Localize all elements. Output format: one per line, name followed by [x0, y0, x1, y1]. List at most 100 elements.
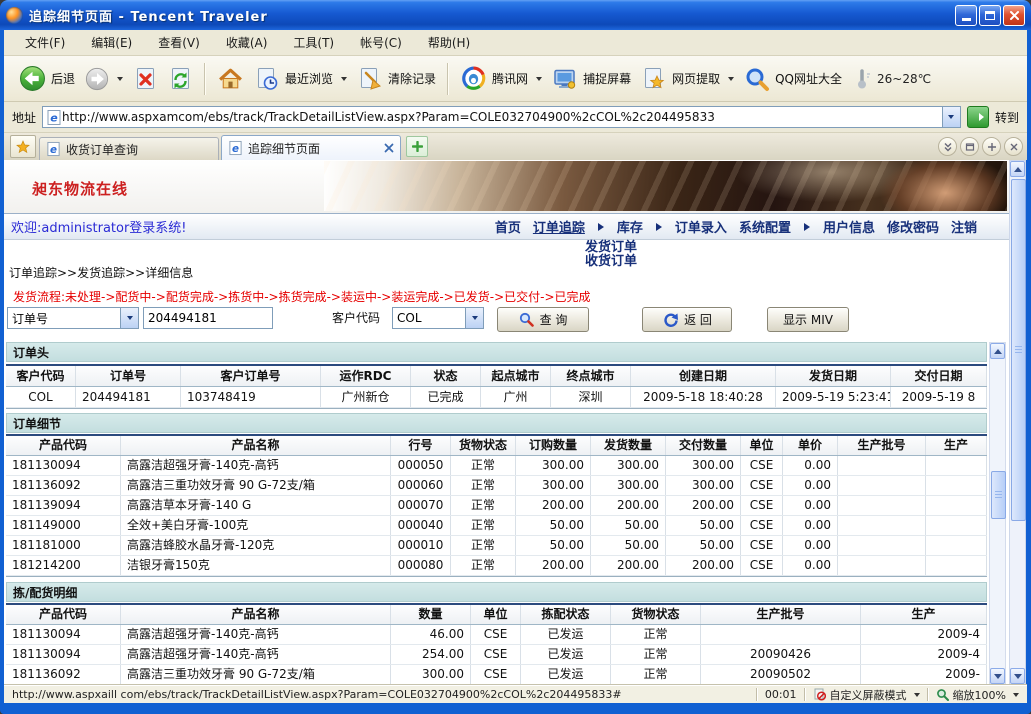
- return-label: 返 回: [684, 311, 712, 328]
- column-header: 货物状态: [451, 436, 516, 455]
- scrollbar-up-button[interactable]: [990, 343, 1005, 359]
- scrollbar-down-button[interactable]: [1010, 668, 1025, 684]
- select-dropdown-button[interactable]: [465, 308, 483, 328]
- chevron-down-icon: [914, 693, 920, 697]
- nav-submenu-item[interactable]: 收货订单: [585, 255, 637, 269]
- menu-item[interactable]: 文件(F): [12, 30, 78, 55]
- forward-button[interactable]: [80, 64, 128, 94]
- scrollbar-up-button[interactable]: [1010, 161, 1025, 177]
- table-cell: 181130094: [6, 645, 121, 664]
- query-button[interactable]: 查 询: [497, 307, 589, 332]
- new-tab-button[interactable]: [406, 136, 428, 157]
- minimize-button[interactable]: [955, 5, 977, 26]
- return-button[interactable]: 返 回: [642, 307, 732, 332]
- show-miv-label: 显示 MIV: [783, 311, 833, 328]
- tab-list-button[interactable]: [938, 137, 957, 156]
- search-field-select[interactable]: 订单号: [7, 307, 139, 329]
- recent-browsing-button[interactable]: 最近浏览: [249, 63, 352, 95]
- menu-item[interactable]: 编辑(E): [78, 30, 145, 55]
- tab-receive-order-query[interactable]: e 收货订单查询: [39, 137, 219, 160]
- order-number-input[interactable]: [143, 307, 273, 329]
- tencent-site-button[interactable]: 腾讯网: [455, 62, 547, 95]
- table-cell: 181130094: [6, 625, 121, 644]
- qq-nav-icon: [744, 66, 770, 92]
- table-cell: 000050: [391, 456, 451, 475]
- restore-window-button[interactable]: [960, 137, 979, 156]
- clear-history-button[interactable]: 清除记录: [352, 63, 441, 95]
- inner-scrollbar[interactable]: [989, 342, 1006, 685]
- table-cell: 50.00: [666, 536, 741, 555]
- page-scrollbar[interactable]: [1009, 160, 1026, 685]
- address-dropdown-button[interactable]: [942, 107, 960, 127]
- customer-code-select[interactable]: COL: [392, 307, 484, 329]
- scrollbar-down-button[interactable]: [990, 668, 1005, 684]
- pin-tab-button[interactable]: [982, 137, 1001, 156]
- table-cell: 20090426: [701, 645, 861, 664]
- back-button[interactable]: 后退: [14, 62, 80, 95]
- block-mode-control[interactable]: 自定义屏蔽模式: [813, 687, 920, 703]
- go-button[interactable]: [967, 106, 989, 128]
- table-row: 181181000高露洁蜂胶水晶牙膏-120克000010正常50.0050.0…: [6, 536, 987, 556]
- menu-item[interactable]: 帐号(C): [347, 30, 415, 55]
- page-extract-button[interactable]: 网页提取: [636, 63, 739, 95]
- go-label: 转到: [995, 109, 1019, 126]
- table-cell: 300.00: [391, 665, 471, 684]
- tab-page-icon: e: [228, 140, 243, 156]
- table-cell: 正常: [451, 476, 516, 495]
- menu-item[interactable]: 帮助(H): [415, 30, 483, 55]
- clear-history-label: 清除记录: [388, 70, 436, 87]
- table-cell: 000060: [391, 476, 451, 495]
- table-cell: 50.00: [516, 516, 591, 535]
- show-miv-button[interactable]: 显示 MIV: [767, 307, 849, 332]
- table-cell: 200.00: [516, 496, 591, 515]
- qq-nav-button[interactable]: QQ网址大全: [739, 63, 847, 95]
- column-header: 客户代码: [6, 366, 76, 386]
- table-cell: 2009-5-19 5:23:41: [776, 387, 891, 407]
- page-extract-label: 网页提取: [672, 70, 720, 87]
- nav-submenu-item[interactable]: 发货订单: [585, 241, 637, 255]
- search-field-value: 订单号: [8, 310, 120, 327]
- nav-item[interactable]: 注销: [951, 217, 977, 236]
- tab-track-detail[interactable]: e 追踪细节页面: [221, 135, 401, 160]
- table-cell: 20090502: [701, 665, 861, 684]
- stop-button[interactable]: [128, 63, 163, 94]
- column-header: 货物状态: [611, 605, 701, 624]
- table-row: 181214200洁银牙膏150克000080正常200.00200.00200…: [6, 556, 987, 576]
- scrollbar-thumb[interactable]: [1011, 179, 1026, 521]
- table-cell: 正常: [451, 536, 516, 555]
- maximize-button[interactable]: [979, 5, 1001, 26]
- nav-item[interactable]: 修改密码: [887, 217, 939, 236]
- address-input[interactable]: e http://www.aspxamcom/ebs/track/TrackDe…: [42, 106, 961, 128]
- table-cell: 181139094: [6, 496, 121, 515]
- menu-item[interactable]: 收藏(A): [213, 30, 281, 55]
- menu-item[interactable]: 查看(V): [145, 30, 213, 55]
- close-button[interactable]: [1003, 5, 1025, 26]
- nav-item[interactable]: 用户信息: [823, 217, 875, 236]
- tab-close-icon[interactable]: [384, 143, 394, 153]
- table-header-row: 客户代码订单号客户订单号运作RDC状态起点城市终点城市创建日期发货日期交付日期: [6, 366, 987, 387]
- column-header: 拣配状态: [521, 605, 611, 624]
- refresh-icon: [168, 66, 193, 91]
- chevron-down-icon: [1013, 693, 1019, 697]
- nav-item[interactable]: 首页: [495, 217, 521, 236]
- zoom-control[interactable]: 缩放100%: [936, 687, 1019, 703]
- nav-submenu: 发货订单收货订单: [585, 241, 637, 269]
- capture-screen-button[interactable]: 捕捉屏幕: [547, 63, 636, 95]
- section-title-order-detail: 订单细节: [6, 413, 987, 433]
- nav-item[interactable]: 订单录入: [675, 217, 727, 236]
- query-label: 查 询: [540, 311, 568, 328]
- table-cell: [838, 536, 926, 555]
- column-header: 生产: [926, 436, 987, 455]
- home-button[interactable]: [212, 62, 249, 95]
- select-dropdown-button[interactable]: [120, 308, 138, 328]
- nav-item[interactable]: 订单追踪: [533, 217, 585, 236]
- menu-item[interactable]: 工具(T): [280, 30, 347, 55]
- refresh-button[interactable]: [163, 63, 198, 94]
- nav-item[interactable]: 系统配置: [739, 217, 791, 236]
- tencent-site-label: 腾讯网: [492, 70, 528, 87]
- favorites-button[interactable]: [10, 135, 36, 158]
- close-tab-button[interactable]: [1004, 137, 1023, 156]
- nav-item[interactable]: 库存: [617, 217, 643, 236]
- weather-widget[interactable]: 26~28℃: [853, 68, 931, 90]
- scrollbar-thumb[interactable]: [991, 471, 1006, 519]
